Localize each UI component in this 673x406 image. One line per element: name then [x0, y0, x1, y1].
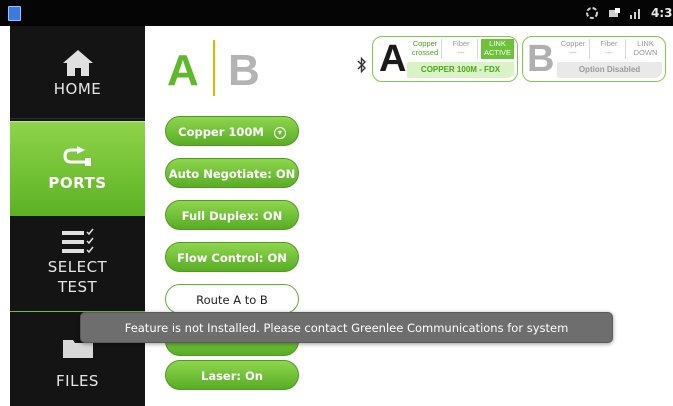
clock: 4:38: [651, 6, 673, 20]
bluetooth-icon: [357, 56, 366, 74]
sidebar-item-label-line2: TEST: [57, 278, 98, 296]
flow-control-button[interactable]: Flow Control: ON: [165, 242, 299, 272]
signal-icon: [630, 9, 640, 19]
port-a-letter: A: [379, 38, 407, 80]
port-b-title: B: [228, 46, 260, 95]
status-bar: 4:38: [0, 0, 673, 26]
sidebar-item-label: PORTS: [48, 174, 107, 192]
sidebar-item-label-line1: SELECT: [47, 258, 108, 276]
media-type-dropdown[interactable]: Copper 100M ▾: [165, 116, 299, 146]
laser-button[interactable]: Laser: On: [165, 360, 299, 390]
title-divider: [213, 40, 215, 96]
port-a-status-text: COPPER 100M - FDX: [407, 62, 514, 78]
sidebar-item-ports[interactable]: PORTS: [10, 121, 145, 216]
port-a-copper-indicator: Copper crossed: [409, 39, 442, 59]
route-button[interactable]: Route A to B: [165, 284, 299, 314]
port-b-link-indicator: LINK DOWN: [633, 39, 658, 57]
ports-icon: [62, 146, 91, 166]
checklist-icon: [61, 228, 94, 254]
screen-icon: [609, 8, 620, 17]
auto-negotiate-button[interactable]: Auto Negotiate: ON: [165, 158, 299, 188]
media-type-label: Copper 100M: [178, 125, 264, 139]
port-a-link-indicator: LINK ACTIVE: [481, 39, 514, 59]
sidebar-item-label: FILES: [56, 372, 99, 390]
port-b-status-text: Option Disabled: [557, 62, 662, 78]
port-a-title: A: [167, 46, 199, 95]
sidebar-item-home[interactable]: HOME: [10, 26, 145, 119]
port-b-fiber-indicator: Fiber ---: [593, 39, 626, 59]
sync-icon: [586, 7, 598, 19]
port-b-letter: B: [527, 38, 555, 80]
home-icon: [62, 50, 93, 76]
app-notification-icon: [8, 6, 21, 21]
full-duplex-button[interactable]: Full Duplex: ON: [165, 200, 299, 230]
sidebar-item-select-test[interactable]: SELECT TEST: [10, 218, 145, 312]
port-b-copper-indicator: Copper ---: [557, 39, 590, 59]
app-window: 4:38 HOME PORTS: [0, 0, 673, 406]
sidebar: HOME PORTS SELECT TEST FILES: [10, 26, 145, 406]
toast-message: Feature is not Installed. Please contact…: [80, 312, 613, 366]
port-b-status-card[interactable]: B Copper --- Fiber --- LINK DOWN Option …: [522, 36, 666, 82]
port-a-fiber-indicator: Fiber ---: [445, 39, 478, 59]
port-a-status-card[interactable]: A Copper crossed Fiber --- LINK ACTIVE C…: [372, 36, 518, 82]
chevron-down-icon: ▾: [273, 126, 286, 139]
sidebar-item-label: HOME: [53, 80, 102, 98]
